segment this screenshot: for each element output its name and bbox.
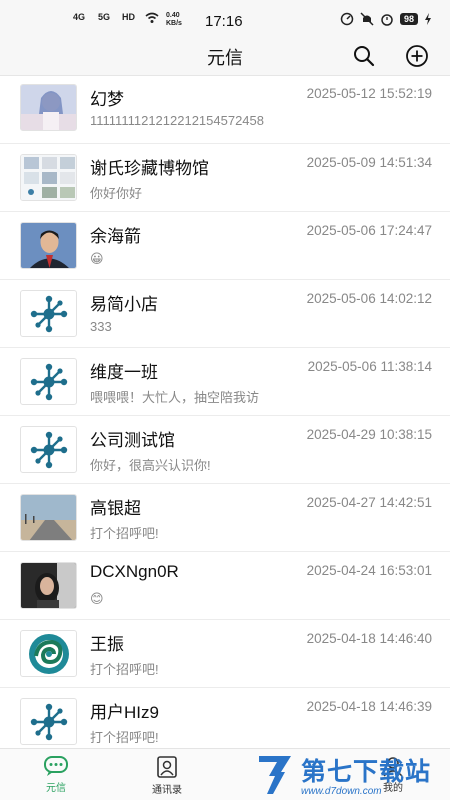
watermark-logo-icon xyxy=(259,756,291,794)
wifi-icon xyxy=(145,12,159,23)
charging-icon xyxy=(425,13,432,25)
molecule-logo-icon xyxy=(30,363,67,400)
contact-name: 王振 xyxy=(90,635,124,654)
mute-bell-icon xyxy=(360,12,374,26)
message-time: 2025-04-27 14:42:51 xyxy=(306,495,432,510)
status-bar: 4G 5G HD 0.40 KB/s 17:16 98 xyxy=(0,0,450,38)
man-photo-avatar xyxy=(21,223,76,268)
contacts-icon xyxy=(157,756,177,778)
search-button[interactable] xyxy=(350,42,378,70)
woman-photo-avatar xyxy=(21,563,76,608)
message-time: 2025-04-18 14:46:39 xyxy=(306,699,432,714)
conversation-row[interactable]: 余海箭 2025-05-06 17:24:47 😀 xyxy=(0,212,450,280)
contact-name: 用户HIz9 xyxy=(90,703,159,722)
contact-name: 易简小店 xyxy=(90,295,158,314)
conversation-row[interactable]: 公司测试馆 2025-04-29 10:38:15 你好，很高兴认识你! xyxy=(0,416,450,484)
conversation-row[interactable]: 谢氏珍藏博物馆 2025-05-09 14:51:34 你好你好 xyxy=(0,144,450,212)
contact-name: 高银超 xyxy=(90,499,141,518)
message-time: 2025-05-06 14:02:12 xyxy=(306,291,432,306)
message-time: 2025-04-29 10:38:15 xyxy=(306,427,432,442)
contact-name: 余海箭 xyxy=(90,227,141,246)
message-time: 2025-05-06 17:24:47 xyxy=(306,223,432,238)
avatar xyxy=(20,562,77,609)
network-4g-icon: 4G xyxy=(73,12,86,22)
message-preview: 333 xyxy=(90,319,112,334)
molecule-logo-icon xyxy=(30,703,67,740)
message-time: 2025-05-12 15:52:19 xyxy=(306,86,432,101)
conversation-row[interactable]: 幻梦 2025-05-12 15:52:19 11111111212122121… xyxy=(0,76,450,144)
speedometer-icon xyxy=(340,12,354,26)
tab-label: 通讯录 xyxy=(152,785,182,796)
message-preview: 你好你好 xyxy=(90,186,143,201)
avatar xyxy=(20,698,77,745)
message-preview: 你好，很高兴认识你! xyxy=(90,458,211,473)
tab-messages[interactable]: 元信 xyxy=(11,749,101,800)
conversation-row[interactable]: 用户HIz9 2025-04-18 14:46:39 打个招呼吧! xyxy=(0,688,450,748)
message-preview: 打个招呼吧! xyxy=(90,662,159,677)
message-preview: 打个招呼吧! xyxy=(90,526,159,541)
avatar xyxy=(20,222,77,269)
alarm-icon xyxy=(381,14,393,26)
battery-level: 98 xyxy=(400,13,419,25)
avatar xyxy=(20,630,77,677)
network-5g-icon: 5G xyxy=(98,12,111,22)
page-title: 元信 xyxy=(207,48,243,68)
swirl-logo-icon xyxy=(28,633,69,674)
search-icon xyxy=(354,46,375,67)
watermark-url: www.d7down.com xyxy=(301,785,382,797)
avatar xyxy=(20,84,77,131)
avatar xyxy=(20,494,77,541)
add-button[interactable] xyxy=(403,42,431,70)
network-speed: 0.40 KB/s xyxy=(166,12,182,27)
message-preview: 喂喂喂！大忙人，抽空陪我访 xyxy=(90,390,260,405)
conversation-row[interactable]: 高银超 2025-04-27 14:42:51 打个招呼吧! xyxy=(0,484,450,552)
conversation-row[interactable]: DCXNgn0R 2025-04-24 16:53:01 😊 xyxy=(0,552,450,620)
contact-name: 幻梦 xyxy=(90,90,124,109)
contact-name: DCXNgn0R xyxy=(90,562,179,581)
app-header: 元信 xyxy=(0,38,450,76)
message-time: 2025-04-18 14:46:40 xyxy=(306,631,432,646)
avatar xyxy=(20,426,77,473)
avatar xyxy=(20,290,77,337)
conversation-row[interactable]: 维度一班 2025-05-06 11:38:14 喂喂喂！大忙人，抽空陪我访 xyxy=(0,348,450,416)
watermark: 第七下载站 www.d7down.com xyxy=(255,748,450,800)
clock: 17:16 xyxy=(205,13,243,30)
message-time: 2025-05-06 11:38:14 xyxy=(307,359,432,374)
tab-contacts[interactable]: 通讯录 xyxy=(122,749,212,800)
message-preview: 😊 xyxy=(90,591,104,606)
contact-name: 公司测试馆 xyxy=(90,431,175,450)
message-preview: 1111111121212212154572458 xyxy=(90,113,264,128)
message-time: 2025-04-24 16:53:01 xyxy=(306,563,432,578)
avatar xyxy=(20,358,77,405)
avatar xyxy=(20,154,77,201)
photo-grid-avatar xyxy=(21,155,76,200)
hd-badge: HD xyxy=(122,12,135,22)
message-preview: 打个招呼吧! xyxy=(90,730,159,745)
anime-photo-avatar xyxy=(21,85,76,130)
message-time: 2025-05-09 14:51:34 xyxy=(306,155,432,170)
plus-circle-icon xyxy=(406,45,428,67)
contact-name: 维度一班 xyxy=(90,363,158,382)
conversation-row[interactable]: 易简小店 2025-05-06 14:02:12 333 xyxy=(0,280,450,348)
conversation-list: 幻梦 2025-05-12 15:52:19 11111111212122121… xyxy=(0,76,450,748)
molecule-logo-icon xyxy=(30,295,67,332)
road-photo-avatar xyxy=(21,495,76,540)
conversation-row[interactable]: 王振 2025-04-18 14:46:40 打个招呼吧! xyxy=(0,620,450,688)
contact-name: 谢氏珍藏博物馆 xyxy=(90,159,209,178)
tab-label: 元信 xyxy=(46,783,66,794)
status-icons: 98 xyxy=(340,12,432,26)
watermark-title: 第七下载站 xyxy=(301,757,432,786)
watermark-text-block: 第七下载站 www.d7down.com xyxy=(301,752,431,797)
chat-icon xyxy=(44,756,68,776)
message-preview: 😀 xyxy=(90,251,104,266)
molecule-logo-icon xyxy=(30,431,67,468)
